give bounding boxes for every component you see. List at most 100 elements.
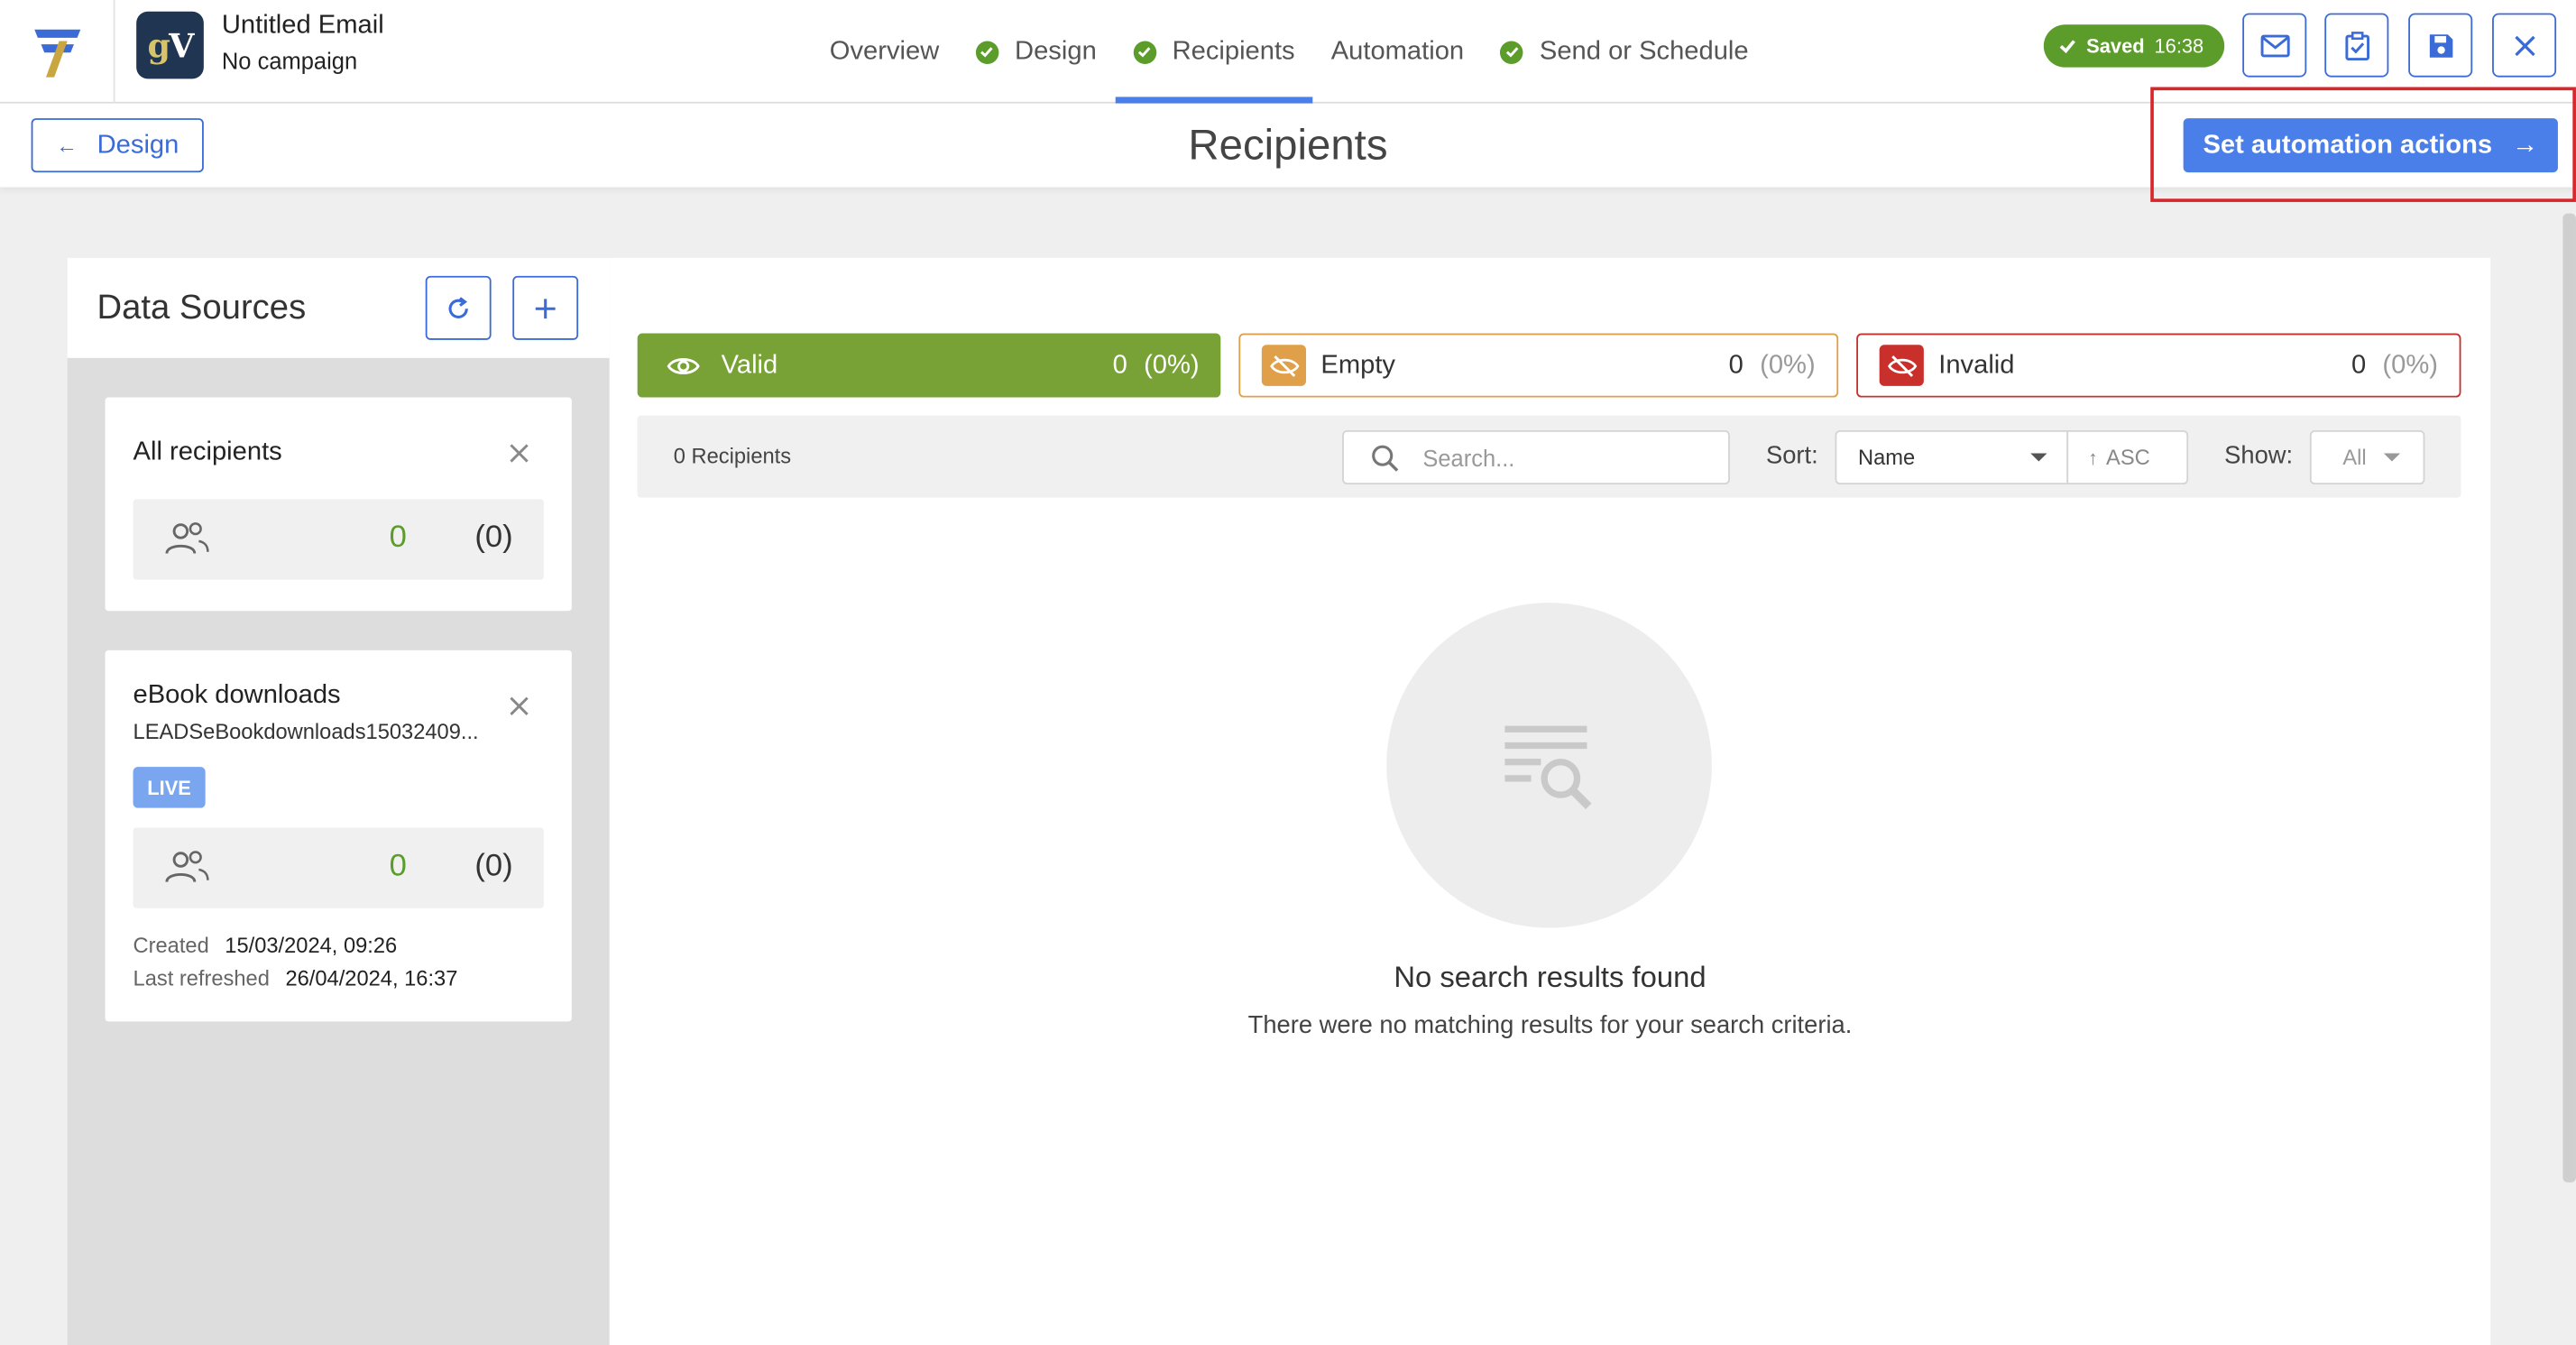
refreshed-value: 26/04/2024, 16:37 [285, 965, 458, 990]
save-button[interactable] [2408, 13, 2473, 78]
users-group-icon [165, 522, 209, 554]
source-card-subtitle: LEADSeBookdownloads15032409... [133, 719, 479, 744]
arrow-right-icon: → [2511, 130, 2539, 159]
chevron-down-icon [2030, 453, 2047, 462]
created-label: Created [133, 933, 209, 958]
check-icon [1500, 40, 1523, 64]
show-filter-value: All [2342, 445, 2367, 470]
checklist-button[interactable] [2324, 13, 2389, 78]
source-card-ebook-downloads[interactable]: eBook downloads LEADSeBookdownloads15032… [105, 649, 572, 1022]
tab-label: Send or Schedule [1539, 36, 1749, 65]
search-placeholder: Search... [1422, 444, 1515, 471]
saved-time: 16:38 [2154, 34, 2204, 58]
data-sources-title: Data Sources [97, 289, 307, 327]
empty-label: Empty [1320, 350, 1395, 379]
recipients-toolbar: 0 Recipients Search... Sort: Name ↑ ASC … [637, 415, 2461, 498]
search-input[interactable]: Search... [1342, 429, 1730, 485]
tab-automation[interactable]: Automation [1313, 0, 1482, 104]
close-icon [510, 444, 529, 463]
set-automation-actions-button[interactable]: Set automation actions → [2183, 118, 2558, 173]
source-count: 0 [389, 849, 407, 884]
source-count-total: (0) [474, 849, 513, 884]
users-group-icon [165, 851, 209, 883]
add-source-button[interactable] [512, 275, 579, 340]
search-list-icon [1504, 725, 1592, 810]
eye-icon [666, 345, 702, 386]
brand-avatar[interactable]: gV [136, 11, 204, 79]
close-icon [2514, 34, 2535, 56]
valid-filter-tab[interactable]: Valid 0 (0%) [637, 333, 1221, 398]
primary-button-label: Set automation actions [2203, 130, 2493, 159]
source-last-refreshed: Last refreshed 26/04/2024, 16:37 [133, 965, 458, 990]
close-icon [510, 696, 529, 715]
sort-field-select[interactable]: Name [1835, 429, 2069, 485]
saved-label: Saved [2086, 34, 2145, 58]
recipients-count: 0 Recipients [673, 443, 792, 468]
source-count-box: 0 (0) [133, 827, 544, 908]
refresh-sources-button[interactable] [425, 275, 492, 340]
invalid-filter-tab[interactable]: Invalid 0 (0%) [1856, 333, 2461, 398]
recipients-panel: Valid 0 (0%) Empty 0 (0%) Invalid 0 (0%)… [609, 257, 2491, 1345]
arrow-up-icon: ↑ [2087, 446, 2098, 469]
valid-percent: (0%) [1144, 350, 1200, 379]
created-value: 15/03/2024, 09:26 [225, 933, 398, 958]
tab-recipients[interactable]: Recipients [1114, 0, 1313, 104]
source-card-all-recipients[interactable]: All recipients 0 (0) [105, 397, 572, 612]
sort-field-value: Name [1858, 445, 1916, 470]
top-bar: gV Untitled Email No campaign Overview D… [0, 0, 2576, 104]
empty-percent: (0%) [1760, 350, 1816, 379]
empty-filter-tab[interactable]: Empty 0 (0%) [1238, 333, 1839, 398]
sort-label: Sort: [1766, 441, 1818, 470]
source-created: Created 15/03/2024, 09:26 [133, 933, 398, 957]
save-icon [2428, 33, 2452, 57]
invalid-percent: (0%) [2382, 350, 2438, 379]
app-logo-icon [33, 28, 80, 77]
invalid-label: Invalid [1938, 350, 2015, 379]
eye-off-icon [1261, 345, 1307, 386]
page-subheader: ← Design Recipients Set automation actio… [0, 103, 2576, 188]
refresh-icon [448, 296, 468, 318]
email-preview-button[interactable] [2242, 13, 2307, 78]
search-icon [1370, 443, 1400, 473]
eye-off-icon [1879, 345, 1924, 386]
empty-count: 0 [1728, 350, 1743, 379]
tab-label: Recipients [1172, 36, 1295, 65]
empty-state-subtitle: There were no matching results for your … [1247, 1011, 1853, 1040]
email-title-block: Untitled Email No campaign [222, 12, 384, 74]
tab-label: Automation [1330, 36, 1465, 65]
chevron-down-icon [2383, 453, 2401, 462]
empty-state-title: No search results found [1394, 960, 1707, 994]
data-sources-header: Data Sources [67, 257, 610, 358]
data-sources-panel: Data Sources All recipients 0 (0) eBook … [67, 257, 610, 1345]
show-label: Show: [2224, 441, 2294, 470]
tab-label: Design [1015, 36, 1097, 65]
checklist-icon [2344, 31, 2369, 60]
valid-count: 0 [1112, 350, 1127, 379]
email-title: Untitled Email [221, 11, 384, 40]
remove-source-button[interactable] [506, 440, 532, 466]
tab-send-or-schedule[interactable]: Send or Schedule [1482, 0, 1766, 104]
campaign-name: No campaign [221, 47, 358, 74]
source-count-box: 0 (0) [133, 499, 544, 580]
valid-label: Valid [721, 350, 778, 379]
show-filter-select[interactable]: All [2309, 429, 2425, 485]
source-card-title: eBook downloads [133, 681, 341, 710]
remove-source-button[interactable] [506, 693, 532, 719]
sort-order-toggle[interactable]: ↑ ASC [2066, 429, 2189, 485]
tab-design[interactable]: Design [957, 0, 1115, 104]
sort-order-value: ASC [2106, 445, 2150, 470]
tab-label: Overview [829, 36, 940, 65]
no-results-illustration [1386, 603, 1712, 928]
check-icon [975, 40, 998, 64]
check-icon [1132, 40, 1156, 64]
page-scrollbar[interactable] [2562, 213, 2576, 1183]
wizard-tabs: Overview Design Recipients Automation Se… [822, 0, 1767, 104]
source-count: 0 [389, 520, 407, 556]
close-button[interactable] [2492, 13, 2557, 78]
tab-overview[interactable]: Overview [822, 0, 958, 104]
refreshed-label: Last refreshed [133, 965, 270, 990]
live-status-badge: LIVE [133, 767, 206, 808]
app-logo[interactable] [0, 0, 115, 104]
source-count-total: (0) [474, 520, 513, 556]
plus-icon [535, 298, 556, 318]
